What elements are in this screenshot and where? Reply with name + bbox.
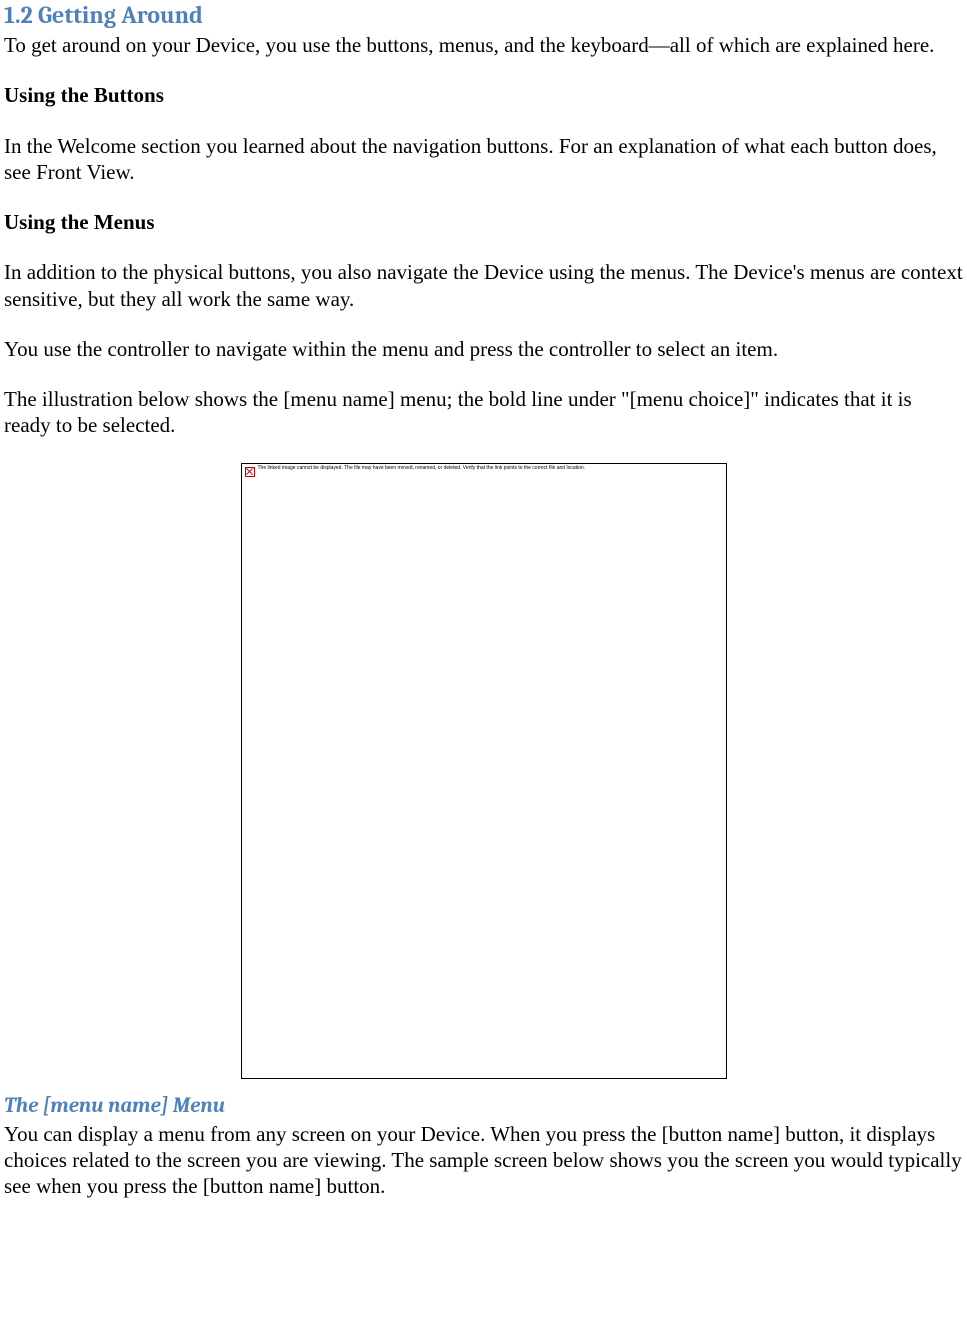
image-placeholder-container: The linked image cannot be displayed. Th… bbox=[4, 463, 963, 1079]
using-buttons-paragraph: In the Welcome section you learned about… bbox=[4, 133, 963, 186]
section-heading: 1.2 Getting Around bbox=[4, 0, 963, 30]
menu-name-heading: The [menu name] Menu bbox=[4, 1093, 963, 1119]
using-menus-para-2: You use the controller to navigate withi… bbox=[4, 336, 963, 362]
menu-name-paragraph: You can display a menu from any screen o… bbox=[4, 1121, 963, 1200]
broken-image-placeholder: The linked image cannot be displayed. Th… bbox=[241, 463, 727, 1079]
using-menus-para-3: The illustration below shows the [menu n… bbox=[4, 386, 963, 439]
using-menus-para-1: In addition to the physical buttons, you… bbox=[4, 259, 963, 312]
using-menus-heading: Using the Menus bbox=[4, 209, 963, 235]
intro-paragraph: To get around on your Device, you use th… bbox=[4, 32, 963, 58]
using-buttons-heading: Using the Buttons bbox=[4, 82, 963, 108]
broken-image-alt-text: The linked image cannot be displayed. Th… bbox=[258, 466, 586, 471]
broken-image-icon bbox=[245, 467, 255, 477]
